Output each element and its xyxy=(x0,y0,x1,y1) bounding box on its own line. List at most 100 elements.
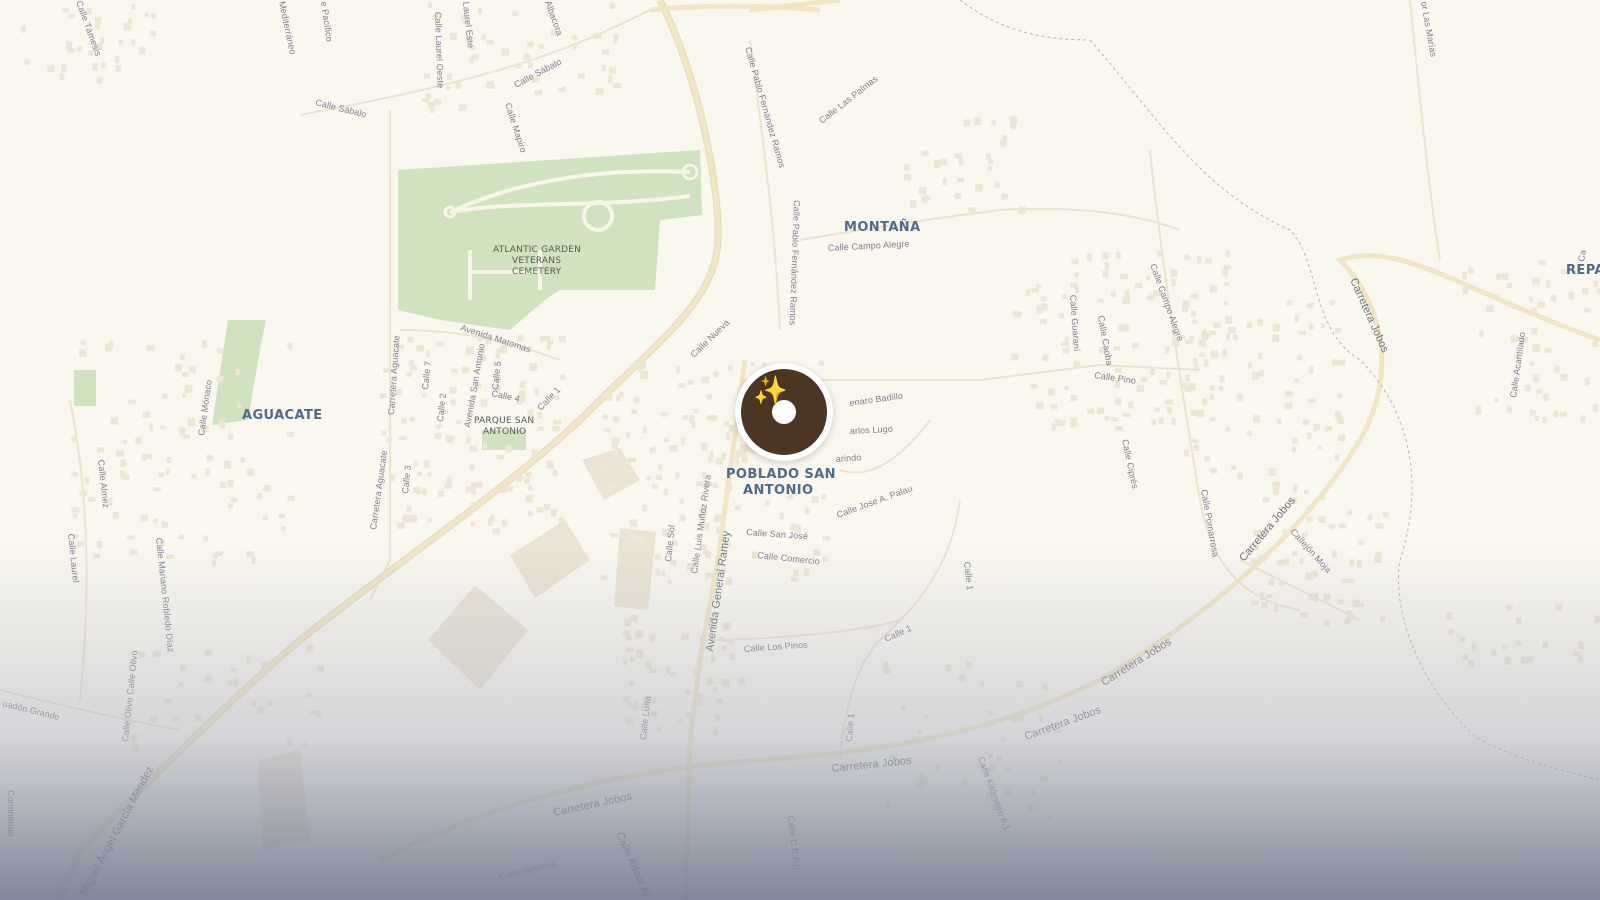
street-label: Mediterráneo xyxy=(277,0,298,55)
building-footprint xyxy=(986,710,994,715)
building-footprint xyxy=(1304,489,1309,495)
building-footprint xyxy=(678,383,685,388)
building-footprint xyxy=(475,481,483,488)
building-footprint xyxy=(97,447,104,453)
street-label: Calle Campo Alegre xyxy=(828,239,910,253)
poi-label-cemetery: ATLANTIC GARDEN xyxy=(493,245,581,255)
building-footprint xyxy=(727,365,733,371)
building-footprint xyxy=(652,484,659,489)
building-footprint xyxy=(458,103,467,111)
building-footprint xyxy=(661,570,666,576)
building-footprint xyxy=(501,48,509,56)
building-footprint xyxy=(1246,430,1253,436)
building-footprint xyxy=(152,650,161,657)
street-label: Calle 1 xyxy=(883,623,913,644)
building-footprint xyxy=(183,434,190,439)
building-footprint xyxy=(1379,616,1386,622)
building-footprint xyxy=(71,435,78,442)
building-footprint xyxy=(164,759,170,766)
building-footprint xyxy=(1331,359,1339,366)
building-footprint xyxy=(450,399,456,406)
street-label: Miguel Ángel García Méndez xyxy=(77,764,156,898)
street-label: Calle Sábalo xyxy=(315,97,368,119)
building-footprint xyxy=(1166,371,1171,379)
building-footprint xyxy=(764,500,770,506)
building-footprint xyxy=(987,166,993,171)
building-footprint xyxy=(1493,294,1500,300)
building-footprint xyxy=(1555,603,1563,611)
building-footprint xyxy=(1506,405,1513,413)
building-footprint xyxy=(220,481,226,489)
building-footprint xyxy=(738,448,746,455)
building-footprint xyxy=(1535,415,1540,421)
building-footprint xyxy=(1047,388,1055,396)
map-view[interactable]: AGUACATE MONTAÑA POBLADO SAN ANTONIO REP… xyxy=(0,0,1600,900)
building-footprint xyxy=(422,488,427,496)
building-footprint xyxy=(728,484,733,491)
building-footprint xyxy=(1578,655,1584,662)
building-footprint xyxy=(434,433,442,439)
building-footprint xyxy=(1258,369,1264,377)
location-marker[interactable]: ✨ xyxy=(735,363,833,461)
area-label-aguacate: AGUACATE xyxy=(242,408,323,423)
building-footprint xyxy=(1506,283,1512,289)
building-footprint xyxy=(1054,418,1061,426)
building-footprint xyxy=(954,192,962,200)
building-footprint xyxy=(1537,301,1546,308)
building-footprint xyxy=(642,426,647,434)
building-footprint xyxy=(687,379,694,385)
building-footprint xyxy=(72,513,78,518)
building-footprint xyxy=(1073,361,1080,368)
building-footprint xyxy=(1277,418,1282,425)
building-footprint xyxy=(1336,599,1345,605)
street-label: Calle Las Palmas xyxy=(817,73,880,125)
building-footprint xyxy=(1030,383,1037,389)
building-footprint xyxy=(1502,645,1508,650)
street-label: Albacora xyxy=(543,0,565,37)
building-footprint xyxy=(150,30,157,36)
building-footprint xyxy=(1203,359,1209,367)
building-footprint xyxy=(1025,289,1031,296)
building-footprint xyxy=(227,503,233,509)
building-footprint xyxy=(204,650,212,656)
building-footprint xyxy=(68,14,76,19)
building-footprint xyxy=(1491,649,1497,656)
building-footprint xyxy=(1538,260,1547,266)
building-footprint xyxy=(1546,280,1551,288)
building-footprint xyxy=(821,494,827,500)
building-footprint xyxy=(1335,453,1340,462)
building-footprint xyxy=(903,174,912,181)
building-footprint xyxy=(235,368,241,375)
building-footprint xyxy=(550,508,558,517)
building-footprint xyxy=(779,512,785,520)
building-footprint xyxy=(649,446,657,454)
building-footprint xyxy=(649,669,657,673)
building-footprint xyxy=(435,98,441,104)
street-label: Carretera Jobos xyxy=(1099,636,1174,689)
building-footprint xyxy=(118,39,123,45)
building-footprint xyxy=(1313,423,1320,431)
building-footprint xyxy=(1209,285,1218,293)
street-label: Carretera Aguacate xyxy=(386,335,402,415)
building-footprint xyxy=(380,430,387,436)
building-footprint xyxy=(1209,330,1217,335)
street-label: Calle Adela Al xyxy=(613,830,652,898)
building-footprint xyxy=(669,445,677,452)
building-footprint xyxy=(685,689,692,695)
building-footprint xyxy=(487,518,493,526)
building-footprint xyxy=(1268,580,1273,586)
building-footprint xyxy=(1306,506,1312,511)
building-footprint xyxy=(537,426,544,431)
building-footprint xyxy=(1463,654,1468,660)
building-footprint xyxy=(543,503,550,510)
building-footprint xyxy=(1320,323,1326,329)
poi-label-cemetery: CEMETERY xyxy=(512,267,562,277)
building-footprint xyxy=(130,39,136,45)
building-footprint xyxy=(1210,468,1217,474)
building-footprint xyxy=(1018,206,1026,215)
building-footprint xyxy=(1479,330,1484,337)
building-footprint xyxy=(1151,419,1156,426)
building-footprint xyxy=(818,360,824,366)
building-footprint xyxy=(1336,393,1343,398)
street-label: Calle Pablo Fernández Ramos xyxy=(743,46,787,170)
